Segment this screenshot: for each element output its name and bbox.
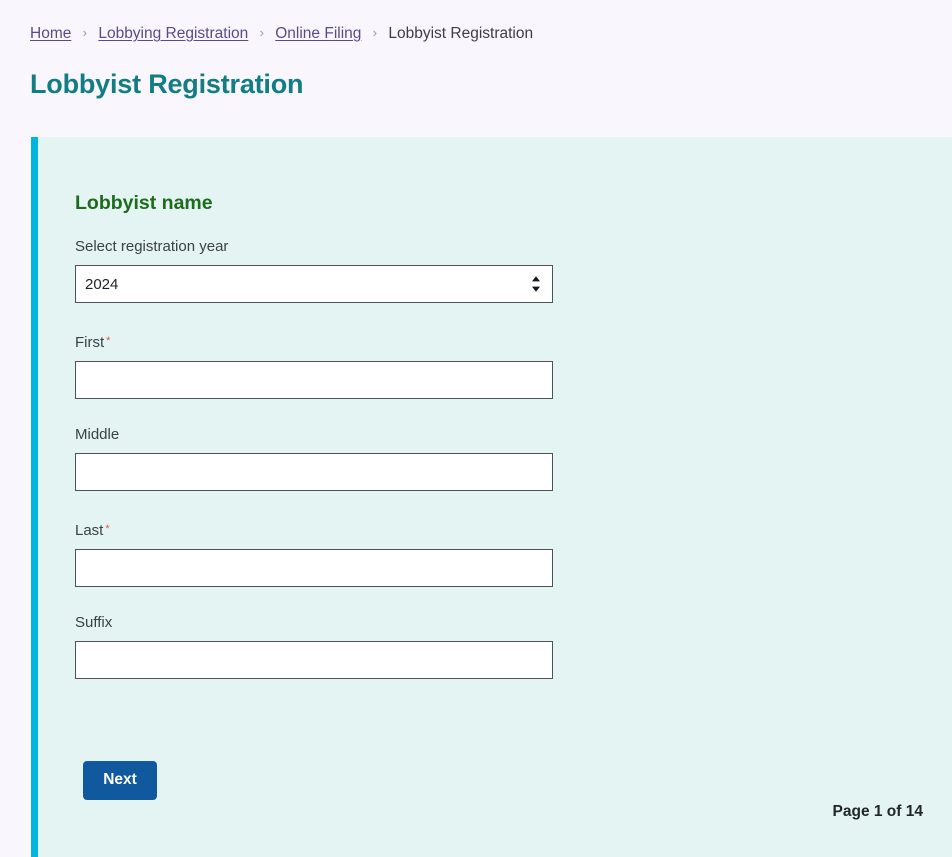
field-suffix: Suffix: [75, 613, 553, 679]
required-asterisk-icon: *: [106, 335, 111, 347]
label-first-name: First *: [75, 331, 553, 353]
breadcrumb-link-lobbying-registration[interactable]: Lobbying Registration: [98, 25, 248, 42]
breadcrumb-current-lobbyist-registration: Lobbyist Registration: [388, 25, 534, 42]
label-registration-year: Select registration year: [75, 238, 229, 255]
breadcrumb: Home › Lobbying Registration › Online Fi…: [30, 22, 533, 45]
breadcrumb-link-home[interactable]: Home: [30, 25, 71, 42]
suffix-input[interactable]: [75, 641, 553, 679]
breadcrumb-link-online-filing[interactable]: Online Filing: [275, 25, 361, 42]
page-indicator: Page 1 of 14: [832, 803, 923, 820]
first-name-input[interactable]: [75, 361, 553, 399]
registration-year-select[interactable]: [75, 265, 553, 303]
middle-name-input[interactable]: [75, 453, 553, 491]
label-last-name: Last *: [75, 519, 553, 541]
field-first-name: First *: [75, 331, 553, 399]
label-middle-name: Middle: [75, 426, 120, 443]
section-heading-lobbyist-name: Lobbyist name: [75, 192, 213, 214]
label-last-name-text: Last: [75, 522, 104, 539]
registration-form-panel: Lobbyist name Select registration year F…: [31, 137, 952, 857]
required-asterisk-icon: *: [105, 523, 110, 535]
breadcrumb-separator-icon: ›: [82, 25, 88, 40]
breadcrumb-separator-icon: ›: [259, 25, 264, 40]
page-title: Lobbyist Registration: [30, 69, 304, 99]
last-name-input[interactable]: [75, 549, 553, 587]
field-registration-year: Select registration year: [75, 237, 553, 303]
breadcrumb-separator-icon: ›: [372, 25, 378, 40]
label-first-name-text: First: [75, 334, 105, 351]
label-suffix: Suffix: [75, 614, 113, 631]
next-button[interactable]: Next: [83, 761, 157, 800]
registration-year-select-wrap: [75, 265, 553, 303]
field-last-name: Last *: [75, 519, 553, 587]
field-middle-name: Middle: [75, 425, 553, 491]
